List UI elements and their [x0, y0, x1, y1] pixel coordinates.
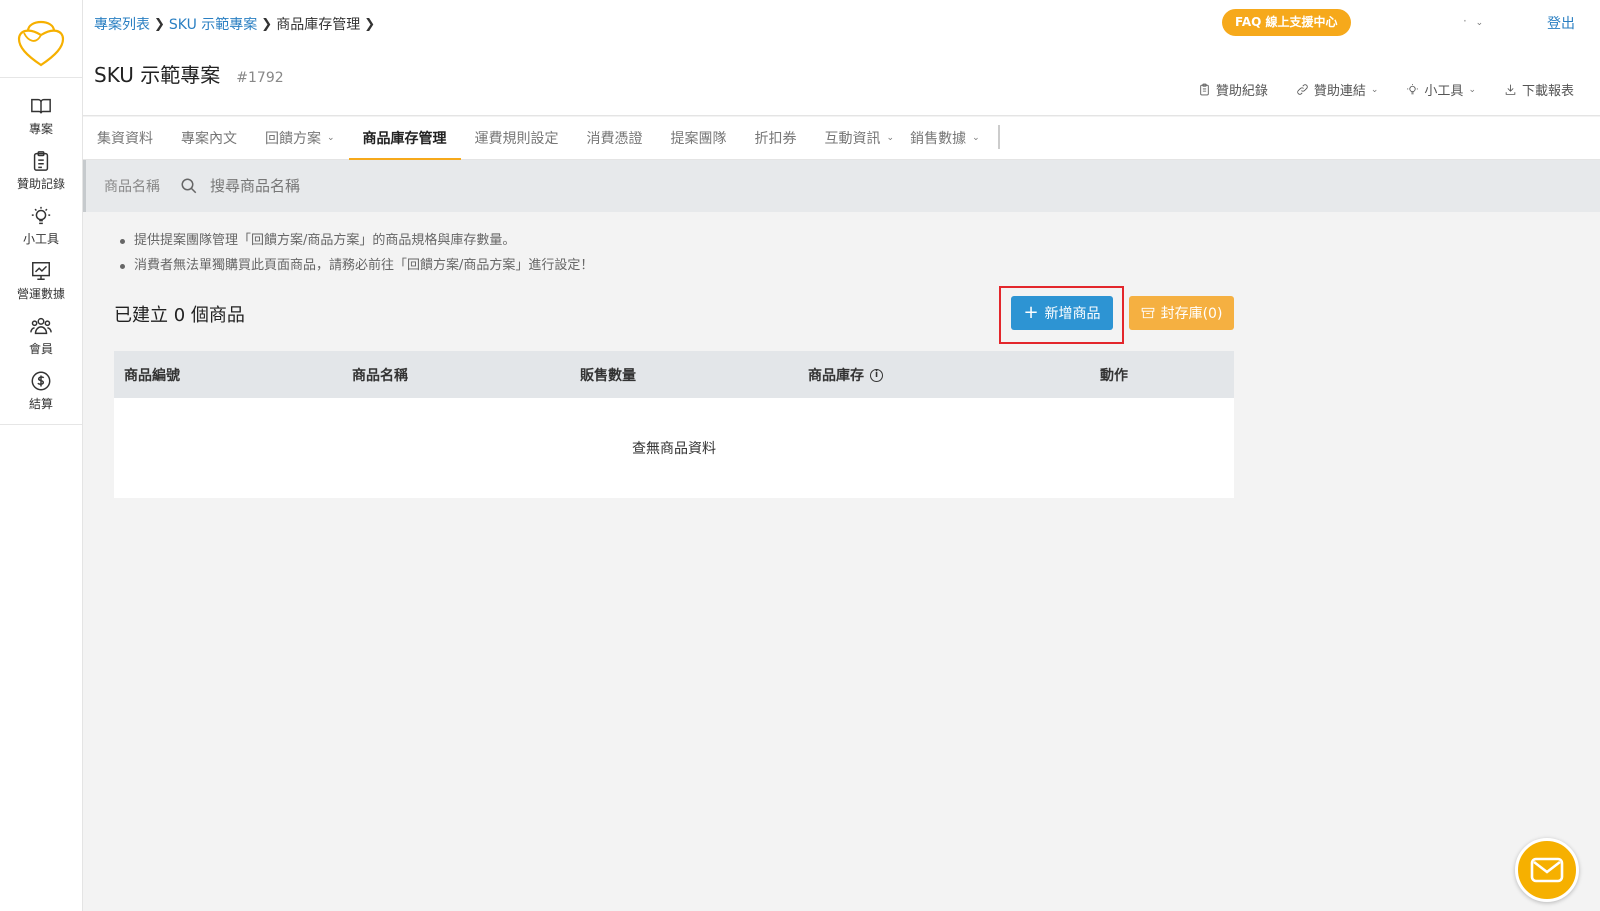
- top-header: 專案列表 ❯ SKU 示範專案 ❯ 商品庫存管理 ❯ FAQ 線上支援中心 · …: [83, 0, 1600, 116]
- info-notes: 提供提案團隊管理「回饋方案/商品方案」的商品規格與庫存數量。 消費者無法單獨購買…: [114, 228, 1234, 278]
- search-bar: 商品名稱: [83, 160, 1600, 212]
- archive-icon: [1141, 307, 1154, 319]
- users-icon: [30, 317, 52, 334]
- user-name: ·: [1463, 14, 1467, 28]
- breadcrumb-project-list[interactable]: 專案列表: [94, 14, 150, 34]
- add-product-button[interactable]: + 新增商品: [1011, 296, 1113, 330]
- sidebar-item-sponsor-records[interactable]: 贊助記錄: [0, 143, 82, 198]
- sponsor-link-dropdown[interactable]: 贊助連結 ⌄: [1296, 80, 1379, 99]
- sidebar-item-label: 小工具: [22, 231, 59, 246]
- mail-icon: [1530, 857, 1564, 883]
- archive-button[interactable]: 封存庫(0): [1129, 296, 1234, 330]
- tab-bar: 集資資料 專案內文 回饋方案 ⌄ 商品庫存管理 運費規則設定 消費憑證 提案團隊 …: [83, 117, 1600, 160]
- tab-divider: [997, 125, 1000, 149]
- tab-shipping-rules[interactable]: 運費規則設定: [461, 117, 573, 159]
- sidebar-item-operations[interactable]: 營運數據: [0, 253, 82, 308]
- tab-reward-plans[interactable]: 回饋方案 ⌄: [251, 117, 349, 159]
- breadcrumb-current: 商品庫存管理: [276, 17, 361, 33]
- tab-team[interactable]: 提案團隊: [657, 117, 741, 159]
- project-title: SKU 示範專案: [94, 63, 221, 87]
- info-icon[interactable]: i: [870, 369, 883, 382]
- download-icon: [1505, 84, 1516, 95]
- breadcrumb-project[interactable]: SKU 示範專案: [169, 14, 257, 34]
- breadcrumb: 專案列表 ❯ SKU 示範專案 ❯ 商品庫存管理 ❯: [94, 14, 379, 34]
- note-item: 消費者無法單獨購買此頁面商品，請務必前往「回饋方案/商品方案」進行設定！: [114, 253, 1234, 278]
- tab-label: 互動資訊: [824, 131, 881, 147]
- tab-project-content[interactable]: 專案內文: [167, 117, 251, 159]
- clipboard-icon: [33, 150, 49, 171]
- tab-coupons[interactable]: 折扣券: [741, 117, 811, 159]
- tools-dropdown[interactable]: 小工具 ⌄: [1406, 80, 1476, 99]
- tool-label: 小工具: [1424, 84, 1464, 99]
- tool-label: 下載報表: [1521, 84, 1574, 99]
- sidebar-item-label: 專案: [28, 121, 53, 136]
- chevron-down-icon: ⌄: [1370, 84, 1379, 95]
- search-field-label: 商品名稱: [104, 179, 160, 195]
- column-header-actions: 動作: [1100, 367, 1128, 384]
- sidebar-item-project[interactable]: 專案: [0, 88, 82, 143]
- chart-icon: [32, 261, 50, 280]
- empty-state: 查無商品資料: [632, 441, 716, 457]
- chevron-down-icon: ⌄: [327, 133, 335, 143]
- plus-icon: +: [1023, 302, 1039, 323]
- chevron-right-icon: ❯: [154, 16, 165, 32]
- logo-icon: [17, 20, 65, 66]
- sidebar-item-label: 結算: [28, 396, 53, 411]
- project-id: #1792: [236, 70, 284, 86]
- sidebar-item-label: 會員: [28, 341, 53, 356]
- tab-inventory-management[interactable]: 商品庫存管理: [348, 117, 461, 160]
- sidebar-item-members[interactable]: 會員: [0, 308, 82, 363]
- tab-interactions[interactable]: 互動資訊 ⌄: [811, 117, 909, 159]
- table-header: 商品編號 商品名稱 販售數量 商品庫存 i 動作: [114, 351, 1234, 398]
- chevron-right-icon: ❯: [364, 16, 376, 32]
- chevron-right-icon: ❯: [261, 16, 273, 32]
- download-report-button[interactable]: 下載報表: [1504, 80, 1574, 99]
- column-header-stock-label: 商品庫存: [808, 367, 864, 384]
- chat-button[interactable]: [1515, 838, 1579, 902]
- chevron-down-icon: ⌄: [1475, 18, 1484, 28]
- sidebar-nav: 專案 贊助記錄 小工具 營運數據 會員 結算: [0, 78, 82, 425]
- dollar-icon: [31, 371, 51, 390]
- tab-receipts[interactable]: 消費憑證: [573, 117, 657, 159]
- lightbulb-icon: [31, 206, 51, 224]
- lightbulb-icon: [1407, 84, 1419, 95]
- logo[interactable]: [0, 0, 82, 78]
- clipboard-icon: [1200, 83, 1209, 96]
- chevron-down-icon: ⌄: [972, 133, 980, 143]
- search-input[interactable]: [210, 177, 610, 195]
- column-header-stock: 商品庫存 i: [798, 365, 1090, 385]
- page-title: SKU 示範專案 #1792: [94, 59, 284, 88]
- logout-link[interactable]: 登出: [1547, 13, 1575, 33]
- user-menu[interactable]: · ⌄: [1463, 14, 1483, 28]
- column-header-sku: 商品編號: [124, 367, 180, 384]
- sidebar: 專案 贊助記錄 小工具 營運數據 會員 結算: [0, 0, 83, 911]
- link-icon: [1297, 84, 1308, 95]
- sidebar-item-label: 贊助記錄: [16, 176, 65, 191]
- sidebar-item-tools[interactable]: 小工具: [0, 198, 82, 253]
- tab-label: 銷售數據: [910, 131, 967, 147]
- tool-label: 贊助連結: [1313, 84, 1366, 99]
- faq-support-button[interactable]: FAQ 線上支援中心: [1222, 9, 1351, 36]
- chevron-down-icon: ⌄: [1468, 84, 1476, 95]
- product-count: 已建立 0 個商品: [114, 305, 245, 326]
- sidebar-item-label: 營運數據: [16, 286, 65, 301]
- archive-label: 封存庫(0): [1160, 306, 1223, 322]
- tab-sales-data[interactable]: 銷售數據 ⌄: [908, 117, 994, 159]
- sidebar-item-settlement[interactable]: 結算: [0, 363, 82, 418]
- main-content: 提供提案團隊管理「回饋方案/商品方案」的商品規格與庫存數量。 消費者無法單獨購買…: [114, 212, 1234, 498]
- sponsor-records-link[interactable]: 贊助紀錄: [1198, 80, 1268, 99]
- chevron-down-icon: ⌄: [886, 133, 895, 143]
- product-table: 商品編號 商品名稱 販售數量 商品庫存 i 動作 查無商品資料: [114, 351, 1234, 498]
- header-tools: 贊助紀錄 贊助連結 ⌄ 小工具 ⌄ 下載報表: [1170, 80, 1574, 99]
- tab-funding-info[interactable]: 集資資料: [83, 117, 167, 159]
- tool-label: 贊助紀錄: [1215, 84, 1268, 99]
- add-product-label: 新增商品: [1044, 306, 1101, 322]
- book-icon: [31, 98, 51, 113]
- column-header-name: 商品名稱: [352, 367, 408, 384]
- tab-label: 回饋方案: [265, 131, 321, 147]
- search-icon: [181, 178, 197, 194]
- note-item: 提供提案團隊管理「回饋方案/商品方案」的商品規格與庫存數量。: [114, 228, 1234, 253]
- column-header-sold: 販售數量: [580, 367, 636, 384]
